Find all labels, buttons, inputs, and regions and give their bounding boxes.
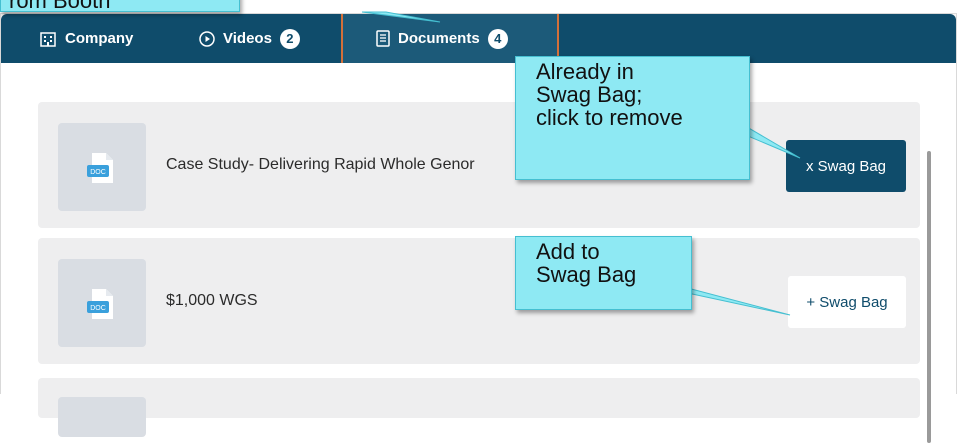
callout-pointers — [361, 11, 801, 316]
callout-top-pointer — [361, 11, 441, 23]
callout-add: Add to Swag Bag — [515, 236, 692, 310]
document-thumbnail — [58, 397, 146, 437]
callout-remove: Already in Swag Bag; click to remove — [515, 56, 750, 180]
callout-top: rom Booth — [0, 0, 240, 12]
